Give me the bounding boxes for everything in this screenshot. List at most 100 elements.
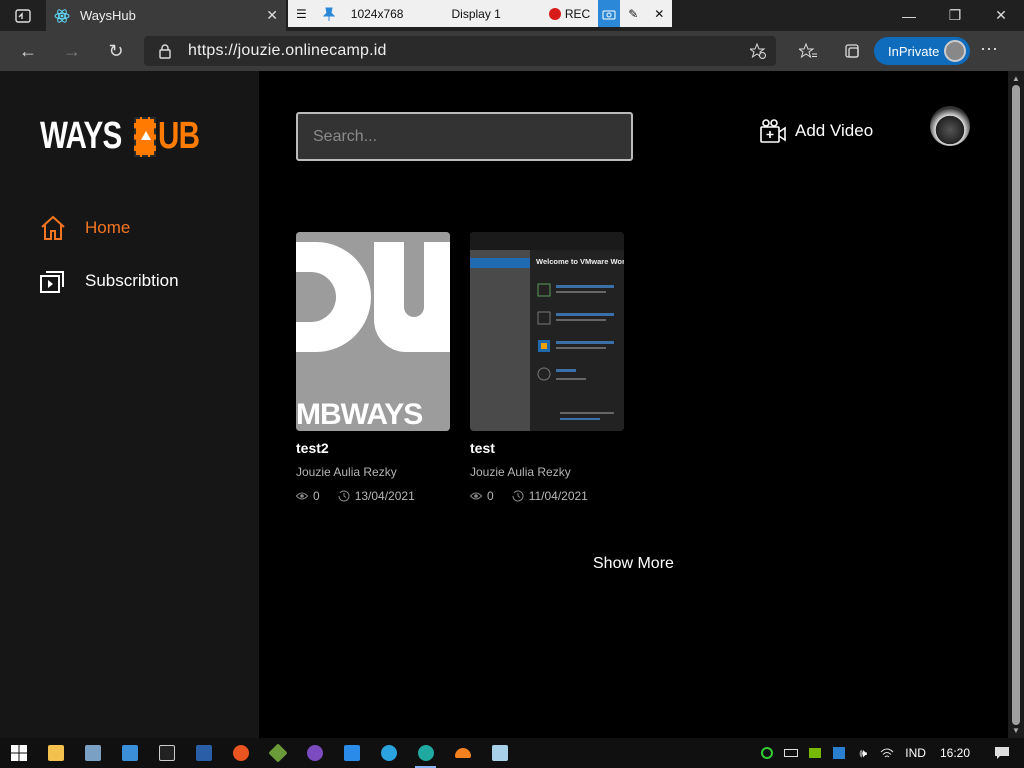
recorder-display[interactable]: Display 1 [411, 0, 540, 27]
app-viewport: WAYS UB Home Subscribtion Add Video MBWA… [0, 71, 1008, 738]
home-icon [41, 215, 65, 240]
forward-icon[interactable]: → [50, 31, 94, 71]
recorder-close-icon[interactable]: ✕ [646, 0, 672, 27]
url-field[interactable]: https://jouzie.onlinecamp.id [144, 36, 776, 66]
recorder-tray-icon[interactable] [755, 738, 779, 768]
video-title[interactable]: test2 [296, 440, 451, 456]
browser-address-bar: ← → ↻ https://jouzie.onlinecamp.id InPri… [0, 31, 1024, 71]
edge-icon[interactable] [407, 738, 444, 768]
windows-start-icon[interactable] [0, 738, 37, 768]
add-video-button[interactable]: Add Video [760, 118, 873, 144]
add-video-label: Add Video [795, 121, 874, 140]
language-indicator[interactable]: IND [905, 746, 926, 760]
history-icon [512, 490, 524, 502]
video-thumbnail[interactable]: MBWAYS [296, 232, 450, 431]
lock-icon [159, 44, 171, 59]
scroll-down-icon[interactable]: ▼ [1012, 726, 1020, 735]
minimize-icon[interactable]: — [886, 0, 932, 31]
inprivate-badge[interactable]: InPrivate [874, 37, 970, 65]
telegram-icon[interactable] [370, 738, 407, 768]
cloudflare-icon[interactable] [444, 738, 481, 768]
volume-icon[interactable]: 🕪 [851, 738, 875, 768]
git-icon[interactable] [259, 738, 296, 768]
recorder-rec-button[interactable]: REC [541, 0, 598, 27]
video-meta: 0 11/04/2021 [470, 489, 625, 503]
wifi-icon[interactable] [875, 738, 899, 768]
video-views: 0 [313, 489, 320, 503]
video-views: 0 [487, 489, 494, 503]
subscription-icon [40, 271, 64, 293]
control-panel-icon[interactable] [111, 738, 148, 768]
show-more-button[interactable]: Show More [593, 555, 674, 573]
tab-actions-icon[interactable] [0, 0, 46, 31]
windows-taskbar: 🕪 IND 16:20 [0, 738, 1024, 768]
vscode-icon[interactable] [333, 738, 370, 768]
tab-close-icon[interactable]: ✕ [266, 7, 278, 24]
more-options-icon[interactable]: ⋯ [980, 39, 998, 60]
collections-icon[interactable] [830, 42, 874, 60]
video-title[interactable]: test [470, 440, 625, 456]
add-favorite-icon[interactable] [748, 42, 766, 64]
powershell-icon[interactable] [185, 738, 222, 768]
search-input[interactable] [296, 112, 633, 161]
video-camera-plus-icon [760, 119, 786, 143]
remote-desktop-icon[interactable] [74, 738, 111, 768]
refresh-icon[interactable]: ↻ [94, 31, 138, 71]
recorder-resolution[interactable]: 1024x768 [343, 0, 412, 27]
rec-label: REC [564, 6, 591, 21]
history-icon [338, 490, 350, 502]
sidebar-item-subscription[interactable]: Subscribtion [40, 268, 179, 294]
nvidia-tray-icon[interactable] [803, 738, 827, 768]
sidebar: WAYS UB Home Subscribtion [0, 71, 259, 738]
window-controls: — ❐ ✕ [886, 0, 1024, 31]
video-date: 11/04/2021 [528, 489, 588, 503]
notification-center-icon[interactable] [990, 738, 1014, 768]
thumbnail-text: Welcome to VMware Workstation 16 Player [536, 257, 624, 266]
sidebar-item-label: Home [85, 218, 131, 237]
recorder-pen-icon[interactable]: ✎ [620, 0, 646, 27]
github-desktop-icon[interactable] [296, 738, 333, 768]
ubuntu-icon[interactable] [222, 738, 259, 768]
close-window-icon[interactable]: ✕ [978, 0, 1024, 31]
video-author: Jouzie Aulia Rezky [470, 465, 571, 479]
video-card[interactable]: Welcome to VMware Workstation 16 Player … [470, 232, 625, 503]
browser-tab[interactable]: WaysHub ✕ [46, 0, 286, 31]
logo-play-icon [134, 116, 157, 157]
system-tray: 🕪 IND 16:20 [755, 738, 1024, 768]
dumbways-thumbnail-art: MBWAYS [296, 232, 450, 431]
network-adapter-tray-icon[interactable] [827, 738, 851, 768]
user-avatar[interactable] [930, 106, 970, 146]
video-date: 13/04/2021 [354, 489, 415, 503]
logo-text-left: WAYS [40, 115, 122, 157]
browser-tab-bar: WaysHub ✕ ☰ 1024x768 Display 1 REC ✎ ✕ —… [0, 0, 1024, 31]
recorder-camera-icon[interactable] [598, 0, 621, 27]
video-card[interactable]: MBWAYS test2 Jouzie Aulia Rezky 0 13/04/… [296, 232, 451, 503]
video-author: Jouzie Aulia Rezky [296, 465, 397, 479]
video-meta: 0 13/04/2021 [296, 489, 451, 503]
page-scrollbar[interactable]: ▲ ▼ [1008, 71, 1024, 738]
tab-title: WaysHub [80, 8, 136, 23]
scrollbar-thumb[interactable] [1012, 85, 1020, 725]
vmware-thumbnail-art: Welcome to VMware Workstation 16 Player [470, 232, 624, 431]
recorder-menu-icon[interactable]: ☰ [288, 0, 315, 27]
notepad-icon[interactable] [481, 738, 518, 768]
favorites-icon[interactable] [786, 43, 830, 59]
battery-tray-icon[interactable] [779, 738, 803, 768]
restore-icon[interactable]: ❐ [932, 0, 978, 31]
back-icon[interactable]: ← [6, 31, 50, 71]
video-thumbnail[interactable]: Welcome to VMware Workstation 16 Player [470, 232, 624, 431]
command-prompt-icon[interactable] [148, 738, 185, 768]
sidebar-item-home[interactable]: Home [40, 215, 130, 241]
file-explorer-icon[interactable] [37, 738, 74, 768]
recorder-pin-icon[interactable] [315, 0, 343, 27]
eye-icon [470, 492, 482, 500]
wayshub-logo[interactable]: WAYS UB [40, 115, 211, 158]
logo-text-right: UB [158, 115, 200, 157]
rec-dot-icon [548, 7, 561, 20]
scroll-up-icon[interactable]: ▲ [1012, 74, 1020, 83]
url-text: https://jouzie.onlinecamp.id [188, 42, 387, 59]
inprivate-label: InPrivate [888, 43, 940, 59]
system-clock[interactable]: 16:20 [940, 746, 970, 760]
eye-icon [296, 492, 308, 500]
thumbnail-text: MBWAYS [296, 398, 422, 431]
